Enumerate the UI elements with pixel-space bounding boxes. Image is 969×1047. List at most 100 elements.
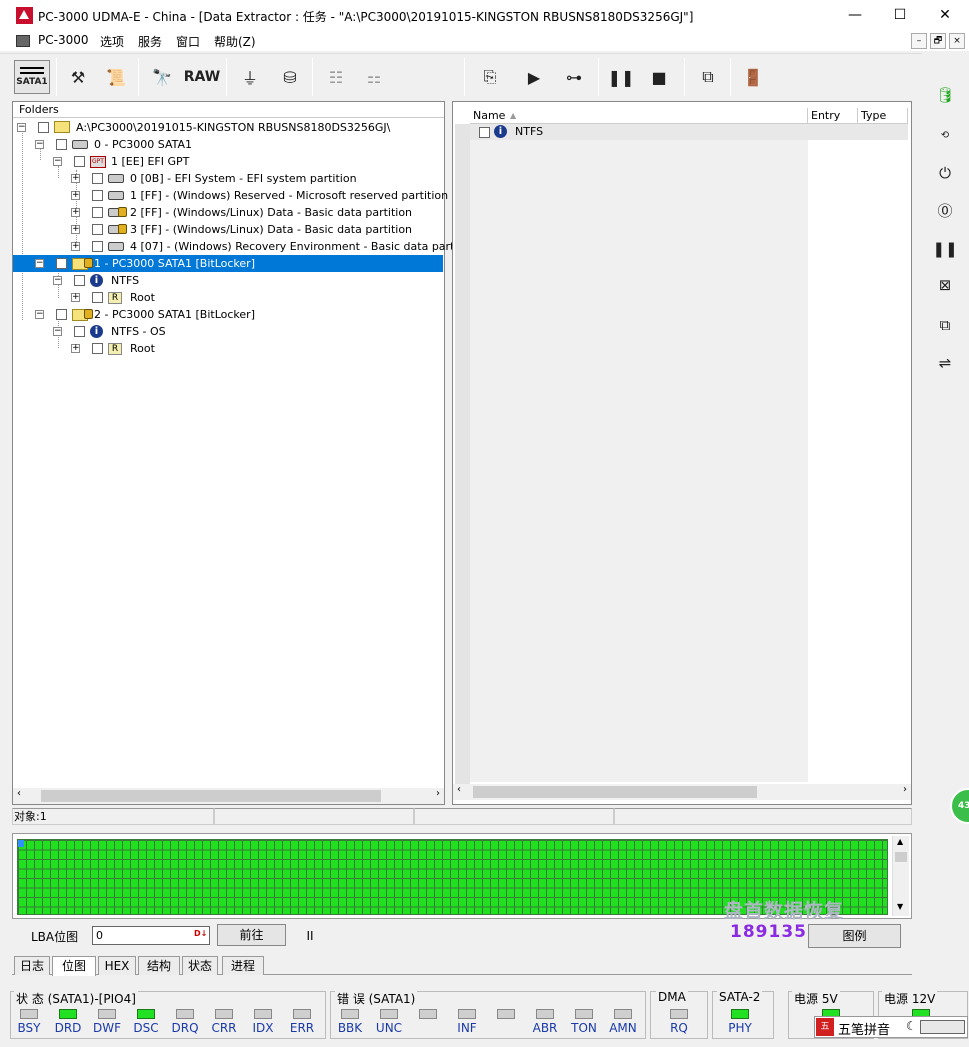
counter-reset-icon[interactable]: ⊠ <box>927 270 963 300</box>
database-icon[interactable]: 🛢 <box>927 80 963 110</box>
connector-settings-icon[interactable]: ⇌ <box>927 348 963 378</box>
tab-hex[interactable]: HEX <box>98 956 136 975</box>
tree-row-ntfs-os[interactable]: − i NTFS - OS <box>13 323 443 340</box>
tree-checkbox[interactable] <box>74 156 85 167</box>
menu-window[interactable]: 窗口 <box>176 33 200 50</box>
tree-row-root-2[interactable]: + R Root <box>13 340 443 357</box>
windows-stack-icon[interactable]: ⧉ <box>690 60 726 94</box>
legend-button[interactable]: 图例 <box>808 924 901 948</box>
lba-position-input[interactable] <box>92 926 210 945</box>
tree-row-partition-3[interactable]: + 3 [FF] - (Windows/Linux) Data - Basic … <box>13 221 443 238</box>
tree-row-root-1[interactable]: + R Root <box>13 289 443 306</box>
tree-row-case[interactable]: − A:\PC3000\20191015-KINGSTON RBUSNS8180… <box>13 119 443 136</box>
tree-checkbox[interactable] <box>74 326 85 337</box>
expand-icon[interactable]: + <box>71 174 80 183</box>
tab-bitmap[interactable]: 位图 <box>52 956 96 976</box>
sata-port-button[interactable]: SATA1 <box>14 60 50 94</box>
tools-icon[interactable]: ⚒ <box>60 60 96 94</box>
column-entry[interactable]: Entry <box>808 108 858 124</box>
goto-button[interactable]: 前往 <box>217 924 286 946</box>
expand-icon[interactable]: + <box>71 344 80 353</box>
collapse-icon[interactable]: − <box>17 123 26 132</box>
scroll-right-icon[interactable]: › <box>903 784 907 795</box>
menu-help[interactable]: 帮助(Z) <box>214 33 256 50</box>
maximize-button[interactable]: ☐ <box>880 4 920 26</box>
tree-row-partition-4[interactable]: + 4 [07] - (Windows) Recovery Environmen… <box>13 238 479 255</box>
power-cycle-icon[interactable]: ⏻ <box>927 158 963 188</box>
scroll-log-icon[interactable]: 📜 <box>98 60 134 94</box>
scrollbar-thumb[interactable] <box>895 852 907 862</box>
tab-log[interactable]: 日志 <box>14 956 50 975</box>
tree-row-partition-0[interactable]: + 0 [0B] - EFI System - EFI system parti… <box>13 170 443 187</box>
scroll-left-icon[interactable]: ‹ <box>457 784 461 795</box>
tree-checkbox[interactable] <box>56 139 67 150</box>
tree-checkbox[interactable] <box>92 173 103 184</box>
scroll-up-icon[interactable]: ▲ <box>897 837 903 846</box>
expand-icon[interactable]: + <box>71 208 80 217</box>
scroll-left-icon[interactable]: ‹ <box>17 788 21 799</box>
expand-icon[interactable]: + <box>71 242 80 251</box>
menu-service[interactable]: 服务 <box>138 33 162 50</box>
column-type[interactable]: Type <box>858 108 908 124</box>
zero-sector-icon[interactable]: ⓪ <box>927 195 963 225</box>
menu-pc3000[interactable]: PC-3000 <box>38 33 88 47</box>
scrollbar-thumb[interactable] <box>41 790 381 802</box>
expand-icon[interactable]: + <box>71 191 80 200</box>
mdi-minimize-button[interactable]: – <box>911 33 927 49</box>
moon-icon[interactable]: ☾ <box>906 1019 917 1033</box>
tree-checkbox[interactable] <box>92 190 103 201</box>
bitmap-vertical-scrollbar[interactable]: ▲ ▼ <box>892 836 909 916</box>
tree-checkbox[interactable] <box>56 309 67 320</box>
tree-row-partition-1[interactable]: + 1 [FF] - (Windows) Reserved - Microsof… <box>13 187 448 204</box>
expand-icon[interactable]: + <box>71 293 80 302</box>
minimize-button[interactable]: — <box>835 4 875 26</box>
tree-checkbox[interactable] <box>92 343 103 354</box>
grid-horizontal-scrollbar[interactable]: ‹ › <box>453 784 911 800</box>
play-icon[interactable]: ▶ <box>516 60 552 94</box>
pause-small-icon[interactable]: ❚❚ <box>927 234 963 264</box>
collapse-icon[interactable]: − <box>35 259 44 268</box>
tree-row-bitlocker-1[interactable]: − 1 - PC3000 SATA1 [BitLocker] <box>13 255 443 272</box>
ime-mode-label[interactable]: 五笔拼音 <box>838 1019 890 1038</box>
tree-structure-icon[interactable]: ☷ <box>318 60 354 94</box>
menu-options[interactable]: 选项 <box>100 33 124 50</box>
tree-checkbox[interactable] <box>56 258 67 269</box>
tree-checkbox[interactable] <box>92 292 103 303</box>
sector-transfer-icon[interactable]: ⏚ <box>232 60 268 94</box>
stop-icon[interactable]: ■ <box>641 60 677 94</box>
column-name[interactable]: Name ▲ <box>470 108 808 124</box>
tree-checkbox[interactable] <box>38 122 49 133</box>
grid-row-checkbox[interactable] <box>479 127 490 138</box>
tree-horizontal-scrollbar[interactable]: ‹ › <box>13 788 444 804</box>
collapse-icon[interactable]: − <box>53 157 62 166</box>
binoculars-search-icon[interactable]: 🔭 <box>144 60 180 94</box>
reset-icon[interactable]: ⟲ <box>927 120 963 150</box>
tree-checkbox[interactable] <box>74 275 85 286</box>
network-map-icon[interactable]: ⊶ <box>556 60 592 94</box>
tab-status[interactable]: 状态 <box>182 956 218 975</box>
copy-cancel-icon[interactable]: ⧉ <box>927 310 963 340</box>
raw-button[interactable]: RAW <box>184 60 220 94</box>
disk-image-icon[interactable]: ⛁ <box>272 60 308 94</box>
tree-folders-icon[interactable]: ⚏ <box>356 60 392 94</box>
scroll-down-icon[interactable]: ▼ <box>897 902 903 911</box>
tree-row-partition-2[interactable]: + 2 [FF] - (Windows/Linux) Data - Basic … <box>13 204 443 221</box>
mdi-restore-button[interactable]: 🗗 <box>930 33 946 49</box>
tree-row-ntfs-1[interactable]: − i NTFS <box>13 272 443 289</box>
scrollbar-thumb[interactable] <box>473 786 757 798</box>
lba-goto-icon[interactable]: D↓ <box>194 929 207 942</box>
collapse-icon[interactable]: − <box>53 276 62 285</box>
mdi-close-button[interactable]: × <box>949 33 965 49</box>
grid-row[interactable]: i NTFS <box>470 124 908 140</box>
tree-checkbox[interactable] <box>92 224 103 235</box>
keyboard-icon[interactable] <box>920 1020 965 1034</box>
tree-row-bitlocker-2[interactable]: − 2 - PC3000 SATA1 [BitLocker] <box>13 306 443 323</box>
pause-icon[interactable]: ❚❚ <box>603 60 639 94</box>
scroll-right-icon[interactable]: › <box>436 788 440 799</box>
bitmap-pause-button[interactable]: II <box>300 926 320 946</box>
tree-checkbox[interactable] <box>92 207 103 218</box>
collapse-icon[interactable]: − <box>53 327 62 336</box>
ime-logo-icon[interactable]: 五 <box>816 1018 834 1036</box>
save-export-icon[interactable]: ⎘ <box>472 60 508 94</box>
tab-process[interactable]: 进程 <box>222 956 264 975</box>
